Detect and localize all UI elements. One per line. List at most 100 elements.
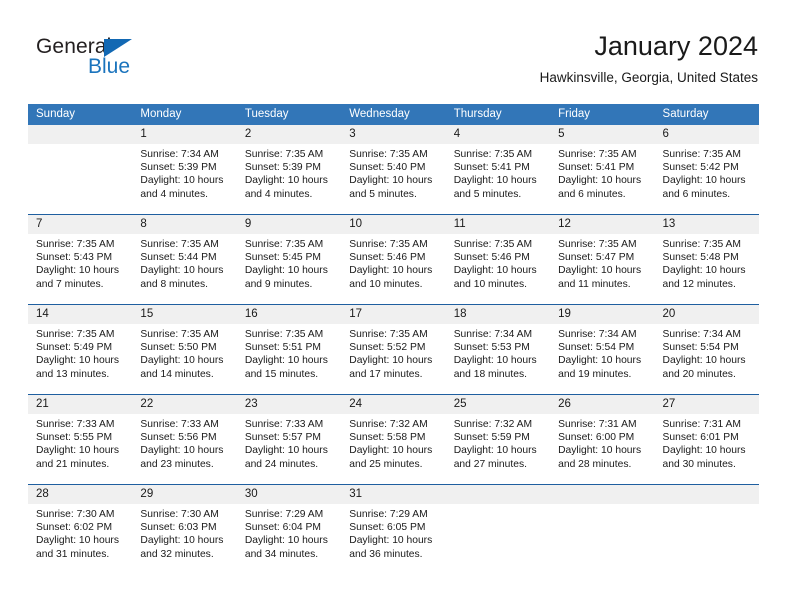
daylight-text-line1: Daylight: 10 hours <box>244 175 328 187</box>
calendar-day-cell[interactable]: 30 Sunrise: 7:29 AM Sunset: 6:04 PM Dayligh… <box>236 485 342 574</box>
calendar-day-cell[interactable]: 6 Sunrise: 7:35 AM Sunset: 5:42 PM Daylight… <box>654 125 759 214</box>
daylight-text-line1: Daylight: 10 hours <box>36 265 119 277</box>
daylight-text-line1: Daylight: 10 hours <box>558 265 642 277</box>
calendar-day-cell[interactable] <box>445 485 551 574</box>
day-number: 13 <box>654 215 759 234</box>
calendar-day-cell[interactable]: 13 Sunrise: 7:35 AM Sunset: 5:48 PM Dayligh… <box>654 215 759 304</box>
sunset-text: Sunset: 6:05 PM <box>349 522 426 534</box>
calendar-day-cell[interactable]: 16 Sunrise: 7:35 AM Sunset: 5:51 PM Dayligh… <box>236 305 342 394</box>
day-details: Sunrise: 7:32 AM Sunset: 5:58 PM Daylight:… <box>341 414 445 471</box>
calendar-day-cell[interactable] <box>654 485 759 574</box>
sunrise-text: Sunrise: 7:35 AM <box>36 239 115 250</box>
calendar-day-cell[interactable]: 7 Sunrise: 7:35 AM Sunset: 5:43 PM Daylight… <box>28 215 133 304</box>
daylight-text-line2: and 27 minutes. <box>453 458 527 470</box>
sunset-text: Sunset: 5:58 PM <box>349 432 426 444</box>
calendar-day-cell[interactable]: 20 Sunrise: 7:34 AM Sunset: 5:54 PM Dayligh… <box>654 305 759 394</box>
calendar-day-cell[interactable]: 2 Sunrise: 7:35 AM Sunset: 5:39 PM Daylight… <box>236 125 342 214</box>
sunrise-text: Sunrise: 7:34 AM <box>662 329 741 340</box>
day-number: 9 <box>236 215 342 234</box>
sunset-text: Sunset: 5:45 PM <box>244 252 321 264</box>
sunset-text: Sunset: 5:56 PM <box>140 432 217 444</box>
calendar-day-cell[interactable]: 8 Sunrise: 7:35 AM Sunset: 5:44 PM Daylight… <box>132 215 237 304</box>
day-of-week-header: Saturday <box>662 108 709 120</box>
sunset-text: Sunset: 5:43 PM <box>36 252 113 264</box>
day-details: Sunrise: 7:35 AM Sunset: 5:48 PM Daylight:… <box>655 234 759 291</box>
calendar-day-cell[interactable]: 31 Sunrise: 7:29 AM Sunset: 6:05 PM Dayligh… <box>341 485 446 574</box>
day-number: 15 <box>132 305 237 324</box>
daylight-text-line2: and 28 minutes. <box>558 458 632 470</box>
daylight-text-line2: and 23 minutes. <box>140 458 214 470</box>
calendar-day-cell[interactable]: 23 Sunrise: 7:33 AM Sunset: 5:57 PM Dayligh… <box>236 395 342 484</box>
calendar-day-cell[interactable]: 5 Sunrise: 7:35 AM Sunset: 5:41 PM Daylight… <box>550 125 655 214</box>
day-of-week-header: Monday <box>140 108 182 120</box>
day-details: Sunrise: 7:34 AM Sunset: 5:54 PM Daylight:… <box>550 324 654 381</box>
day-number: 21 <box>28 395 133 414</box>
calendar-day-cell[interactable]: 27 Sunrise: 7:31 AM Sunset: 6:01 PM Dayligh… <box>654 395 759 484</box>
sunrise-text: Sunrise: 7:35 AM <box>662 239 741 250</box>
day-details: Sunrise: 7:35 AM Sunset: 5:41 PM Daylight:… <box>446 144 550 201</box>
day-details: Sunrise: 7:33 AM Sunset: 5:57 PM Daylight:… <box>237 414 341 471</box>
calendar-day-cell[interactable]: 19 Sunrise: 7:34 AM Sunset: 5:54 PM Dayligh… <box>550 305 655 394</box>
general-blue-logo[interactable]: General Blue <box>36 36 196 82</box>
daylight-text-line2: and 10 minutes. <box>349 278 423 290</box>
calendar-day-cell[interactable]: 4 Sunrise: 7:35 AM Sunset: 5:41 PM Daylight… <box>445 125 551 214</box>
calendar-day-cell[interactable]: 24 Sunrise: 7:32 AM Sunset: 5:58 PM Dayligh… <box>341 395 446 484</box>
calendar-day-cell[interactable]: 14 Sunrise: 7:35 AM Sunset: 5:49 PM Dayligh… <box>28 305 133 394</box>
sunrise-text: Sunrise: 7:35 AM <box>36 329 115 340</box>
calendar-grid: Sunday Monday Tuesday Wednesday Thursday Frid… <box>28 104 759 574</box>
daylight-text-line1: Daylight: 10 hours <box>36 445 119 457</box>
sunset-text: Sunset: 5:41 PM <box>558 162 635 174</box>
sunrise-text: Sunrise: 7:35 AM <box>349 329 428 340</box>
calendar-day-cell[interactable]: 25 Sunrise: 7:32 AM Sunset: 5:59 PM Dayligh… <box>445 395 551 484</box>
sunrise-text: Sunrise: 7:35 AM <box>558 239 637 250</box>
sunset-text: Sunset: 5:46 PM <box>453 252 530 264</box>
daylight-text-line1: Daylight: 10 hours <box>244 355 328 367</box>
calendar-day-cell[interactable]: 3 Sunrise: 7:35 AM Sunset: 5:40 PM Daylight… <box>341 125 446 214</box>
calendar-day-cell[interactable]: 22 Sunrise: 7:33 AM Sunset: 5:56 PM Dayligh… <box>132 395 237 484</box>
calendar-day-cell[interactable]: 11 Sunrise: 7:35 AM Sunset: 5:46 PM Dayligh… <box>445 215 551 304</box>
sunrise-text: Sunrise: 7:35 AM <box>244 329 324 340</box>
sunset-text: Sunset: 5:44 PM <box>140 252 217 264</box>
daylight-text-line2: and 30 minutes. <box>662 458 736 470</box>
calendar-day-cell[interactable]: 10 Sunrise: 7:35 AM Sunset: 5:46 PM Dayligh… <box>341 215 446 304</box>
day-details <box>550 504 654 508</box>
day-details: Sunrise: 7:35 AM Sunset: 5:49 PM Daylight:… <box>28 324 132 381</box>
day-number: 20 <box>654 305 759 324</box>
sunset-text: Sunset: 5:53 PM <box>453 342 530 354</box>
calendar-day-cell[interactable]: 12 Sunrise: 7:35 AM Sunset: 5:47 PM Dayligh… <box>550 215 655 304</box>
sunrise-text: Sunrise: 7:35 AM <box>244 149 324 160</box>
day-number <box>28 125 133 144</box>
calendar-day-cell[interactable]: 18 Sunrise: 7:34 AM Sunset: 5:53 PM Dayligh… <box>445 305 551 394</box>
calendar-day-cell[interactable]: 9 Sunrise: 7:35 AM Sunset: 5:45 PM Daylight… <box>236 215 342 304</box>
day-number: 2 <box>236 125 342 144</box>
day-of-week-header-row: Sunday Monday Tuesday Wednesday Thursday Frid… <box>28 104 759 125</box>
day-number: 27 <box>654 395 759 414</box>
calendar-week-cells: 7 Sunrise: 7:35 AM Sunset: 5:43 PM Daylight… <box>28 215 759 304</box>
calendar-day-cell[interactable]: 26 Sunrise: 7:31 AM Sunset: 6:00 PM Dayligh… <box>550 395 655 484</box>
day-number: 18 <box>445 305 551 324</box>
calendar-day-cell[interactable] <box>28 125 133 214</box>
sunset-text: Sunset: 5:59 PM <box>453 432 530 444</box>
calendar-day-cell[interactable] <box>550 485 655 574</box>
daylight-text-line1: Daylight: 10 hours <box>349 535 433 547</box>
day-number: 7 <box>28 215 133 234</box>
calendar-day-cell[interactable]: 21 Sunrise: 7:33 AM Sunset: 5:55 PM Dayligh… <box>28 395 133 484</box>
sunset-text: Sunset: 5:46 PM <box>349 252 426 264</box>
sunset-text: Sunset: 6:01 PM <box>662 432 739 444</box>
calendar-day-cell[interactable]: 17 Sunrise: 7:35 AM Sunset: 5:52 PM Dayligh… <box>341 305 446 394</box>
daylight-text-line1: Daylight: 10 hours <box>662 265 746 277</box>
daylight-text-line1: Daylight: 10 hours <box>662 355 746 367</box>
sunrise-text: Sunrise: 7:35 AM <box>662 149 741 160</box>
calendar-day-cell[interactable]: 1 Sunrise: 7:34 AM Sunset: 5:39 PM Daylight… <box>132 125 237 214</box>
sunset-text: Sunset: 5:57 PM <box>244 432 321 444</box>
sunset-text: Sunset: 6:03 PM <box>140 522 217 534</box>
day-number: 11 <box>445 215 551 234</box>
sunrise-text: Sunrise: 7:35 AM <box>453 239 533 250</box>
daylight-text-line2: and 9 minutes. <box>244 278 313 290</box>
daylight-text-line1: Daylight: 10 hours <box>36 355 119 367</box>
calendar-day-cell[interactable]: 28 Sunrise: 7:30 AM Sunset: 6:02 PM Dayligh… <box>28 485 133 574</box>
daylight-text-line1: Daylight: 10 hours <box>349 175 433 187</box>
daylight-text-line2: and 6 minutes. <box>662 188 731 200</box>
calendar-day-cell[interactable]: 29 Sunrise: 7:30 AM Sunset: 6:03 PM Dayligh… <box>132 485 237 574</box>
calendar-day-cell[interactable]: 15 Sunrise: 7:35 AM Sunset: 5:50 PM Dayligh… <box>132 305 237 394</box>
